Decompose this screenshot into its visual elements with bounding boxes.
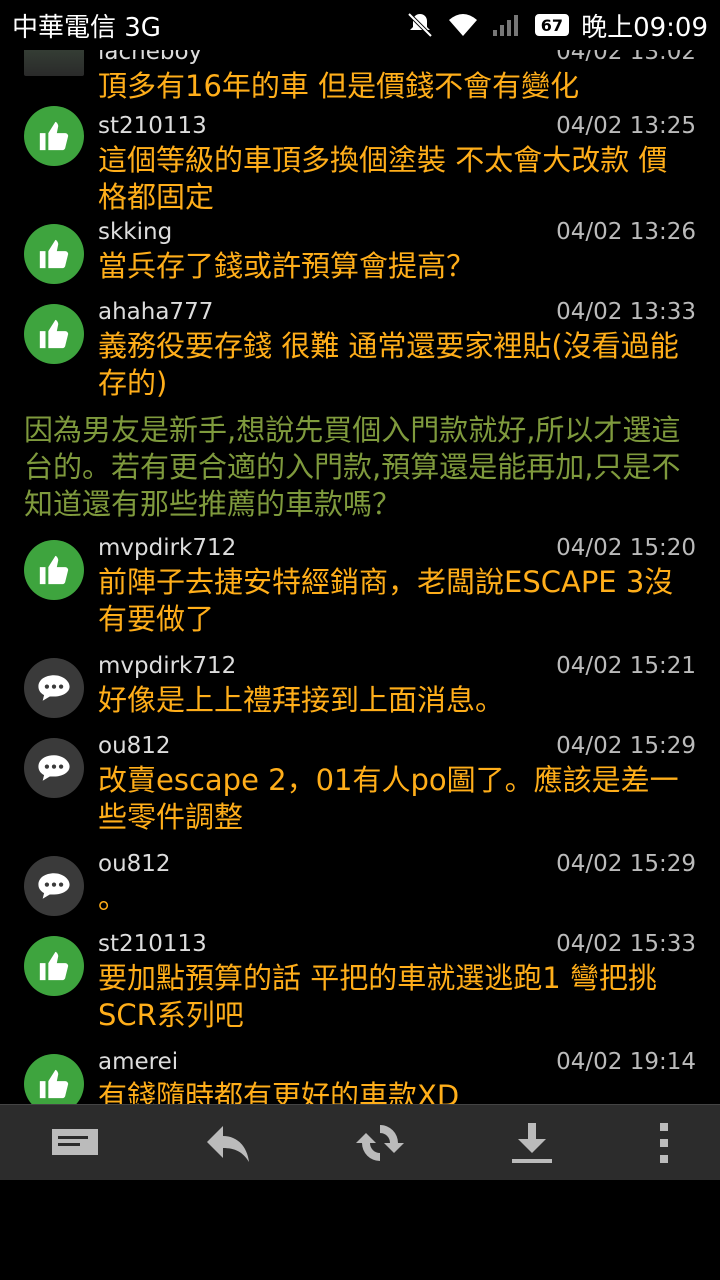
comment-text: 有錢隨時都有更好的車款XD [98, 1079, 460, 1104]
comment-item[interactable]: st210113 04/02 13:25 這個等級的車頂多換個塗裝 不太會大改款 … [0, 98, 720, 216]
comment-list[interactable]: lacneboy 04/02 13:02 頂多有16年的車 但是價錢不會有變化 s… [0, 50, 720, 1104]
speech-bubble-icon [24, 658, 84, 718]
comment-text: 這個等級的車頂多換個塗裝 不太會大改款 價格都固定 [98, 143, 668, 214]
thumbs-up-icon [24, 224, 84, 284]
comment-item[interactable]: skking 04/02 13:26 當兵存了錢或許預算會提高？ [0, 216, 720, 296]
comment-user: mvpdirk712 [98, 535, 237, 561]
comment-item[interactable]: st210113 04/02 15:33 要加點預算的話 平把的車就選逃跑1 彎把… [0, 928, 720, 1046]
refresh-icon[interactable] [340, 1105, 420, 1181]
speech-bubble-icon [24, 738, 84, 798]
wifi-icon [448, 14, 477, 36]
comment-item[interactable]: ahaha777 04/02 13:33 義務役要存錢 很難 通常還要家裡貼(沒看… [0, 296, 720, 412]
comment-user: mvpdirk712 [98, 653, 237, 679]
speech-bubble-icon [24, 856, 84, 916]
comment-time: 04/02 15:21 [556, 653, 696, 679]
mute-icon [407, 12, 433, 38]
comment-text: 義務役要存錢 很難 通常還要家裡貼(沒看過能存的) [98, 329, 679, 400]
comment-text: 。 [98, 881, 128, 915]
comment-item[interactable]: lacneboy 04/02 13:02 頂多有16年的車 但是價錢不會有變化 [0, 50, 720, 103]
comment-user: st210113 [98, 113, 207, 139]
battery-level: 67 [534, 14, 570, 36]
comment-time: 04/02 15:29 [556, 851, 696, 877]
thumbs-up-icon [24, 1054, 84, 1104]
thumbs-up-icon [24, 106, 84, 166]
clock: 晚上09:09 [581, 12, 708, 43]
author-note: 因為男友是新手,想說先買個入門款就好,所以才選這台的。若有更合適的入門款,預算還… [24, 413, 681, 521]
comment-item[interactable]: ou812 04/02 15:29 改賣escape 2，01有人po圖了。應該是… [0, 730, 720, 848]
comment-time: 04/02 15:20 [556, 535, 696, 561]
comment-user: st210113 [98, 931, 207, 957]
reply-compose-icon[interactable] [36, 1105, 116, 1181]
comment-user: ahaha777 [98, 299, 214, 325]
comment-text: 改賣escape 2，01有人po圖了。應該是差一些零件調整 [98, 763, 679, 834]
bottom-toolbar [0, 1104, 720, 1180]
comment-item[interactable]: ou812 04/02 15:29 。 [0, 848, 720, 928]
comment-time: 04/02 13:33 [556, 299, 696, 325]
comment-time: 04/02 13:02 [556, 50, 696, 65]
comment-item[interactable]: amerei 04/02 19:14 有錢隨時都有更好的車款XD [0, 1046, 720, 1104]
user-avatar [24, 50, 84, 76]
comment-time: 04/02 15:33 [556, 931, 696, 957]
comment-user: ou812 [98, 733, 171, 759]
comment-item[interactable]: mvpdirk712 04/02 15:21 好像是上上禮拜接到上面消息。 [0, 650, 720, 730]
comment-time: 04/02 19:14 [556, 1049, 696, 1075]
download-icon[interactable] [492, 1105, 572, 1181]
comment-user: skking [98, 219, 173, 245]
comment-user: ou812 [98, 851, 171, 877]
comment-user: amerei [98, 1049, 179, 1075]
overflow-menu-icon[interactable] [644, 1105, 684, 1181]
comment-user: lacneboy [98, 50, 203, 65]
comment-text: 當兵存了錢或許預算會提高？ [98, 249, 476, 283]
comment-time: 04/02 13:26 [556, 219, 696, 245]
comment-text: 好像是上上禮拜接到上面消息。 [98, 683, 505, 717]
comment-text: 前陣子去捷安特經銷商，老闆說ESCAPE 3沒有要做了 [98, 565, 674, 636]
carrier-label: 中華電信 3G [12, 12, 161, 43]
comment-time: 04/02 15:29 [556, 733, 696, 759]
thumbs-up-icon [24, 540, 84, 600]
comment-text: 要加點預算的話 平把的車就選逃跑1 彎把挑SCR系列吧 [98, 961, 657, 1032]
thumbs-up-icon [24, 304, 84, 364]
thumbs-up-icon [24, 936, 84, 996]
signal-icon [492, 15, 518, 36]
status-bar: 中華電信 3G 67 晚上09:09 [0, 0, 720, 50]
back-reply-icon[interactable] [188, 1105, 268, 1181]
comment-time: 04/02 13:25 [556, 113, 696, 139]
comment-item[interactable]: mvpdirk712 04/02 15:20 前陣子去捷安特經銷商，老闆說ESCA… [0, 532, 720, 650]
